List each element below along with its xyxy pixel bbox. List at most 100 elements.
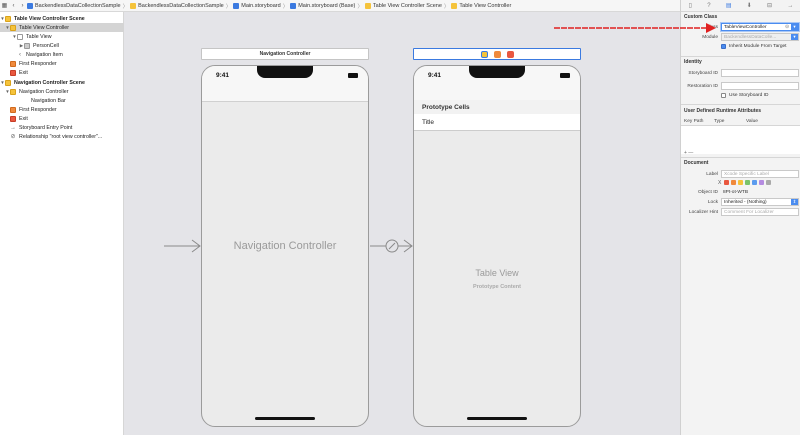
first-responder-icon <box>10 106 16 113</box>
outline-item-exit-2[interactable]: Exit <box>0 114 124 123</box>
size-inspector-icon[interactable]: ⊟ <box>767 2 772 9</box>
breadcrumb-project[interactable]: BackendlessDataCollectionSample 〉 <box>27 2 128 10</box>
attributes-inspector-icon[interactable]: ⬇ <box>747 2 752 9</box>
scene-title-bar-table-view-controller[interactable] <box>413 48 581 60</box>
table-view-icon <box>17 33 23 40</box>
device-notch <box>469 66 525 78</box>
outline-item-first-responder-2[interactable]: First Responder <box>0 105 124 114</box>
lock-select[interactable]: Inherited - (Nothing) ⇕ <box>721 198 799 206</box>
folder-icon <box>130 2 137 9</box>
clear-field-icon[interactable]: ⊝ <box>785 25 789 30</box>
outline-item-storyboard-entry-point[interactable]: → Storyboard Entry Point <box>0 123 124 132</box>
use-storyboard-id-checkbox[interactable] <box>721 93 726 98</box>
first-responder-icon[interactable] <box>493 50 501 58</box>
navigation-item-icon: ‹ <box>19 51 21 58</box>
chevron-down-icon[interactable]: ▾ <box>791 34 798 40</box>
battery-icon <box>560 73 570 78</box>
exit-icon[interactable] <box>506 50 514 58</box>
xcode-window: ▦ ‹ › BackendlessDataCollectionSample 〉 B… <box>0 0 800 435</box>
table-view-controller-scene[interactable]: 9:41 Prototype Cells Title Table View Pr… <box>413 65 581 427</box>
outline-item-navigation-bar[interactable]: Navigation Bar <box>0 96 124 105</box>
identity-inspector: ▯ ? ▤ ⬇ ⊟ → Custom Class Class TableView… <box>680 0 800 435</box>
status-bar-time: 9:41 <box>428 72 442 79</box>
color-label-swatches <box>724 180 771 185</box>
class-field[interactable]: TableViewController ⊝ ▾ <box>721 23 799 31</box>
breadcrumb-view-controller[interactable]: Table View Controller <box>451 2 511 9</box>
inherit-module-checkbox[interactable] <box>721 44 726 49</box>
navigation-controller-scene[interactable]: 9:41 Navigation Controller <box>201 65 369 427</box>
document-outline: ▼ Table View Controller Scene ▼ Table View… <box>0 12 124 435</box>
view-controller-icon[interactable] <box>480 50 488 58</box>
device-notch <box>257 66 313 78</box>
navigation-controller-label: Navigation Controller <box>233 240 337 252</box>
module-field[interactable]: BackendlessDataColle... ▾ <box>721 33 799 41</box>
column-value[interactable]: Value <box>746 119 758 124</box>
xcode-label-field[interactable]: Xcode Specific Label <box>721 170 799 178</box>
purple-swatch[interactable] <box>759 180 764 185</box>
storyboard-icon <box>233 2 240 9</box>
runtime-attributes-table[interactable] <box>681 126 800 154</box>
outline-item-navigation-controller-scene[interactable]: ▼ Navigation Controller Scene <box>0 78 124 87</box>
forward-arrow-icon[interactable]: › <box>18 3 27 9</box>
use-storyboard-id-label: Use Storyboard ID <box>729 93 769 98</box>
red-swatch[interactable] <box>724 180 729 185</box>
add-remove-attribute-buttons[interactable]: + — <box>684 150 693 156</box>
back-arrow-icon[interactable]: ‹ <box>9 3 18 9</box>
quick-help-icon[interactable]: ? <box>707 3 710 9</box>
navigation-controller-icon <box>10 88 16 95</box>
storyboard-entry-arrow[interactable] <box>164 239 201 253</box>
gray-swatch[interactable] <box>766 180 771 185</box>
outline-item-table-view[interactable]: ▼ Table View <box>0 32 124 41</box>
breadcrumb-scene[interactable]: Table View Controller Scene 〉 <box>364 2 449 10</box>
home-indicator <box>255 417 315 420</box>
outline-item-navigation-item[interactable]: ‹ Navigation Item <box>0 50 124 59</box>
status-bar-time: 9:41 <box>216 72 230 79</box>
orange-swatch[interactable] <box>731 180 736 185</box>
column-type[interactable]: Type <box>714 119 746 124</box>
inspector-tabs: ▯ ? ▤ ⬇ ⊟ → <box>681 0 800 12</box>
inherit-module-label: Inherit Module From Target <box>729 44 787 49</box>
prototype-content-label: Prototype Content <box>473 284 521 290</box>
battery-icon <box>348 73 358 78</box>
runtime-attributes-table-header: Key Path Type Value <box>681 117 800 126</box>
storyboard-id-field[interactable] <box>721 69 799 77</box>
view-controller-icon <box>451 2 458 9</box>
chevron-down-icon[interactable]: ▾ <box>791 24 798 30</box>
green-swatch[interactable] <box>745 180 750 185</box>
prototype-cell-title[interactable]: Title <box>414 114 580 131</box>
scene-title-bar-navigation-controller[interactable]: Navigation Controller <box>201 48 369 60</box>
outline-item-person-cell[interactable]: ▶ PersonCell <box>0 41 124 50</box>
related-items-icon[interactable]: ▦ <box>0 2 9 9</box>
relationship-segue[interactable] <box>370 239 413 253</box>
custom-class-header: Custom Class <box>684 14 718 20</box>
outline-item-first-responder[interactable]: First Responder <box>0 59 124 68</box>
chevron-updown-icon[interactable]: ⇕ <box>791 199 798 205</box>
breadcrumb-storyboard[interactable]: Main.storyboard 〉 <box>233 2 288 10</box>
outline-item-table-view-controller[interactable]: ▼ Table View Controller <box>0 23 124 32</box>
file-inspector-icon[interactable]: ▯ <box>689 2 692 9</box>
runtime-attributes-header: User Defined Runtime Attributes <box>684 108 762 114</box>
column-key-path[interactable]: Key Path <box>684 119 714 124</box>
outline-item-relationship[interactable]: ⊘ Relationship "root view controller"... <box>0 132 124 141</box>
restoration-id-field[interactable] <box>721 82 799 90</box>
identity-header: Identity <box>684 59 702 65</box>
localizer-hint-field[interactable]: Comment For Localizer <box>721 208 799 216</box>
breadcrumb-storyboard-base[interactable]: Main.storyboard (Base) 〉 <box>290 2 363 10</box>
prototype-cells-header: Prototype Cells <box>414 100 580 114</box>
outline-item-navigation-controller[interactable]: ▼ Navigation Controller <box>0 87 124 96</box>
outline-item-exit[interactable]: Exit <box>0 68 124 77</box>
storyboard-icon <box>290 2 297 9</box>
navigation-bar-icon <box>22 98 28 104</box>
scene-icon <box>5 15 11 22</box>
scene-icon <box>5 79 11 86</box>
identity-inspector-icon[interactable]: ▤ <box>726 2 732 9</box>
clear-color-label-icon[interactable]: X <box>718 180 721 186</box>
blue-swatch[interactable] <box>752 180 757 185</box>
connections-inspector-icon[interactable]: → <box>787 3 793 9</box>
storyboard-canvas[interactable]: Navigation Controller 9:41 Navigation Co… <box>124 12 680 435</box>
outline-item-table-view-controller-scene[interactable]: ▼ Table View Controller Scene <box>0 14 124 23</box>
yellow-swatch[interactable] <box>738 180 743 185</box>
relationship-icon: ⊘ <box>10 133 16 140</box>
breadcrumb-group[interactable]: BackendlessDataCollectionSample 〉 <box>130 2 231 10</box>
home-indicator <box>467 417 527 420</box>
